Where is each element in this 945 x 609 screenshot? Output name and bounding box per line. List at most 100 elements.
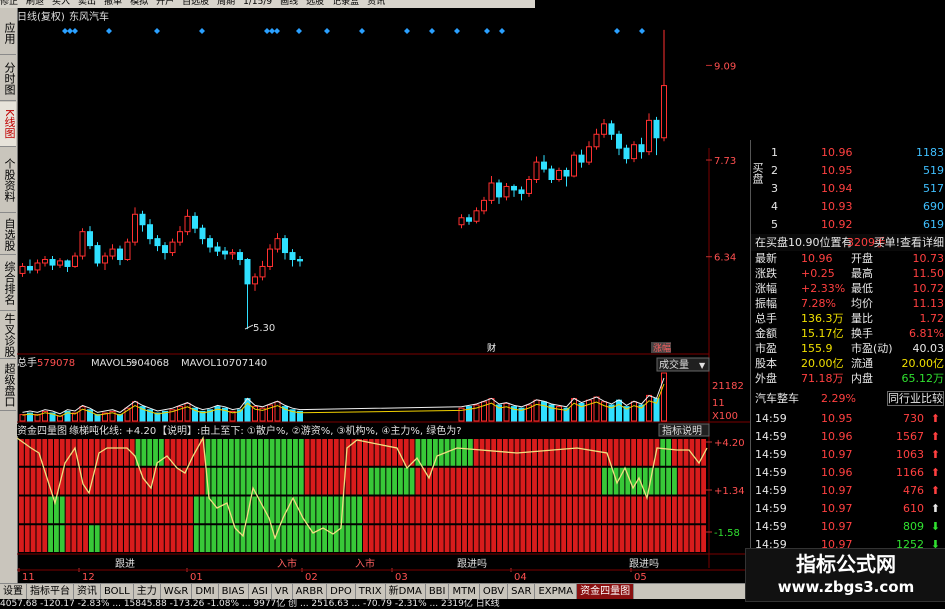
fund-bar	[572, 467, 578, 495]
menu-item[interactable]: 模拟	[130, 0, 148, 7]
fund-bar	[590, 439, 596, 466]
fund-bar	[71, 525, 77, 552]
fund-bar	[118, 439, 123, 466]
menu-item[interactable]: 资讯	[367, 0, 385, 7]
fund-bar	[549, 439, 555, 466]
fund-bar	[24, 496, 30, 524]
indicator-tab[interactable]: BOLL	[101, 584, 134, 599]
fund-bar	[153, 439, 158, 466]
fund-bar	[357, 439, 362, 466]
left-tab-7[interactable]: 牛叉诊股	[0, 312, 16, 359]
left-tab-2[interactable]: 分时图	[0, 56, 16, 101]
status-text: 4057.68 -120.17 -2.83% ... 15845.88 -173…	[0, 599, 500, 609]
menu-item[interactable]: 撤单	[104, 0, 122, 7]
indicator-tab[interactable]: ARBR	[293, 584, 328, 599]
fund-bar	[217, 467, 223, 495]
indicator-tab[interactable]: 新DMA	[386, 584, 426, 599]
fund-bar	[135, 467, 141, 495]
fund-bar	[88, 496, 94, 524]
left-tab-8[interactable]: 超级盘口	[0, 360, 16, 411]
tick-price: 10.95	[821, 412, 853, 425]
indicator-tab[interactable]: 主力	[134, 584, 161, 599]
left-tab-4[interactable]: 个股资料	[0, 148, 16, 213]
fund-bar	[199, 525, 205, 552]
indicator-tab[interactable]: DMI	[192, 584, 219, 599]
menu-item[interactable]: 刷退	[26, 0, 44, 7]
left-tab-5[interactable]: 自选股	[0, 214, 16, 255]
fund-bar	[421, 439, 427, 466]
book-note: 在买盘10.90位置有	[755, 236, 853, 249]
fund-bar	[24, 525, 30, 552]
fund-bar	[164, 525, 170, 552]
fund-bar	[392, 439, 397, 466]
fund-bar	[701, 467, 706, 495]
fund-bar	[421, 525, 427, 552]
menu-item[interactable]: 记录盒	[332, 0, 359, 7]
fund-bar	[374, 525, 380, 552]
menu-item[interactable]: 开户	[156, 0, 174, 7]
candle-body	[169, 241, 176, 254]
volume-bar	[533, 399, 540, 422]
fund-bar	[65, 467, 71, 495]
indicator-tab[interactable]: 资讯	[74, 584, 101, 599]
quote-value: 65.12万	[901, 372, 945, 385]
tick-volume: 1166	[896, 466, 924, 479]
left-tab-6[interactable]: 综合排名	[0, 256, 16, 311]
tick-time: 14:59	[755, 484, 787, 497]
fund-bar	[572, 439, 578, 466]
book-note-button[interactable]: 买单!查看详细	[874, 234, 944, 251]
menu-item[interactable]: 画线	[280, 0, 298, 7]
menu-item[interactable]: 选股	[306, 0, 324, 7]
left-tab-3[interactable]: K线图	[0, 102, 16, 147]
indicator-tab[interactable]: BBI	[426, 584, 450, 599]
left-tab-1[interactable]: 应用	[0, 12, 16, 55]
menu-item[interactable]: 卖出	[78, 0, 96, 7]
fund-bar	[304, 496, 310, 524]
fund-bar	[613, 525, 619, 552]
menu-item[interactable]: 自选股	[182, 0, 209, 7]
indicator-tab[interactable]: 指标平台	[27, 584, 74, 599]
fund-bar	[386, 467, 392, 495]
tick-time: 14:59	[755, 412, 787, 425]
fund-bar	[188, 525, 193, 552]
fund-bar	[281, 467, 287, 495]
candle-body	[488, 182, 495, 201]
indicator-tab[interactable]: SAR	[508, 584, 536, 599]
indicator-tab[interactable]: 设置	[0, 584, 27, 599]
fund-bar	[415, 467, 421, 495]
menu-item[interactable]: 1/15/9	[243, 0, 272, 7]
fund-bar	[654, 525, 660, 552]
fund-bar	[491, 496, 497, 524]
indicator-tab[interactable]: BIAS	[219, 584, 249, 599]
indicator-tab[interactable]: VR	[272, 584, 293, 599]
indicator-tab[interactable]: EXPMA	[535, 584, 578, 599]
indicator-tab[interactable]: 资金四量图	[577, 584, 635, 599]
menu-item[interactable]: 修正	[0, 0, 18, 7]
fund-bar	[473, 439, 479, 466]
fund-bar	[328, 467, 333, 495]
fund-bar	[572, 496, 578, 524]
indicator-tab[interactable]: ASI	[249, 584, 272, 599]
fund-bar	[94, 525, 100, 552]
fund-bar	[514, 525, 520, 552]
indicator-tab[interactable]: OBV	[480, 584, 509, 599]
quote-row: 5 10.92 619	[751, 216, 945, 233]
fund-bar	[36, 467, 42, 495]
candle-body	[42, 259, 48, 264]
indicator-tab[interactable]: MTM	[449, 584, 480, 599]
indicator-tab[interactable]: TRIX	[356, 584, 386, 599]
sector-compare-button[interactable]: 同行业比较	[887, 391, 944, 406]
candle-body	[458, 217, 465, 226]
indicator-tab[interactable]: W&R	[161, 584, 193, 599]
fund-bar	[339, 439, 345, 466]
fund-bar	[158, 525, 164, 552]
indicator-tab[interactable]: DPO	[327, 584, 356, 599]
fund-bar	[357, 496, 362, 524]
menu-item[interactable]: 周期	[217, 0, 235, 7]
fund-bar	[526, 525, 532, 552]
quote-row: 14:59 10.95 730 ⬆	[751, 410, 945, 427]
menu-item[interactable]: 买入	[52, 0, 70, 7]
fund-bar	[695, 467, 701, 495]
fund-bar	[30, 467, 36, 495]
watermark-title: 指标公式网	[796, 552, 896, 576]
